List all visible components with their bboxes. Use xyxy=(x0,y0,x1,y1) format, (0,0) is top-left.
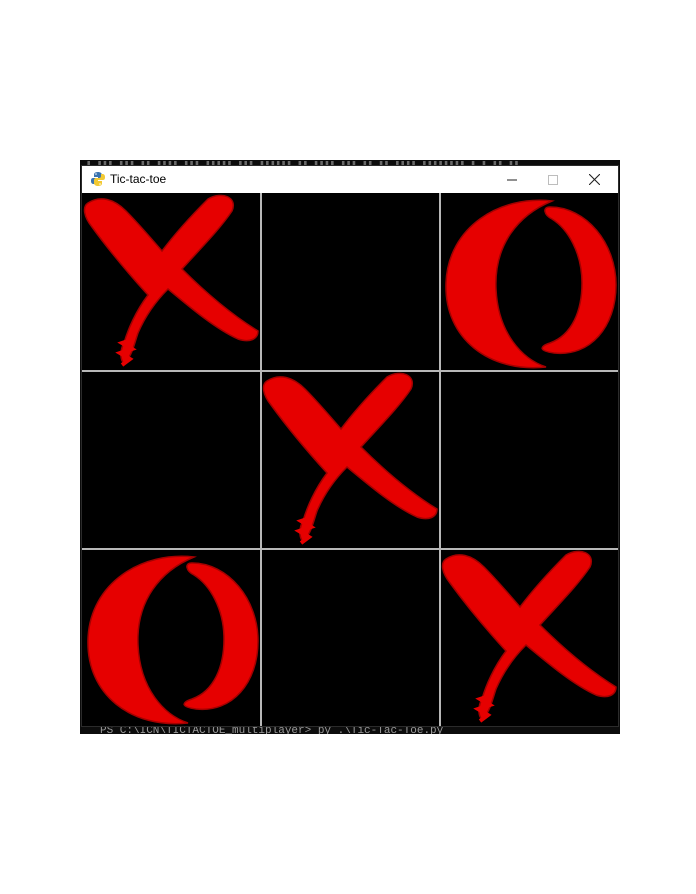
o-mark-icon xyxy=(87,555,259,725)
game-window: Tic-tac-toe xyxy=(82,166,618,726)
board-cell-5[interactable] xyxy=(261,371,439,549)
board-cell-9[interactable] xyxy=(440,549,618,727)
o-mark-icon xyxy=(445,199,617,369)
grid-line-vertical-1 xyxy=(260,193,262,726)
title-bar[interactable]: Tic-tac-toe xyxy=(82,166,618,194)
board-cell-3[interactable] xyxy=(440,193,618,371)
grid-line-horizontal-2 xyxy=(82,548,618,550)
board-cell-6[interactable] xyxy=(440,371,618,549)
x-mark-icon xyxy=(441,550,617,723)
close-icon xyxy=(588,174,600,185)
grid-line-vertical-2 xyxy=(439,193,441,726)
board-cell-4[interactable] xyxy=(82,371,260,549)
maximize-icon xyxy=(548,174,558,185)
game-board xyxy=(82,193,618,726)
window-title: Tic-tac-toe xyxy=(110,172,167,186)
board-cell-7[interactable] xyxy=(82,549,260,727)
maximize-button[interactable] xyxy=(533,166,573,193)
board-cell-8[interactable] xyxy=(261,549,439,727)
minimize-button[interactable] xyxy=(492,166,532,193)
minimize-icon xyxy=(507,179,517,180)
python-icon xyxy=(90,171,106,187)
close-button[interactable] xyxy=(574,166,614,193)
x-mark-icon xyxy=(83,194,259,367)
x-mark-icon xyxy=(262,372,438,545)
board-cell-1[interactable] xyxy=(82,193,260,371)
board-cell-2[interactable] xyxy=(261,193,439,371)
grid-line-horizontal-1 xyxy=(82,370,618,372)
